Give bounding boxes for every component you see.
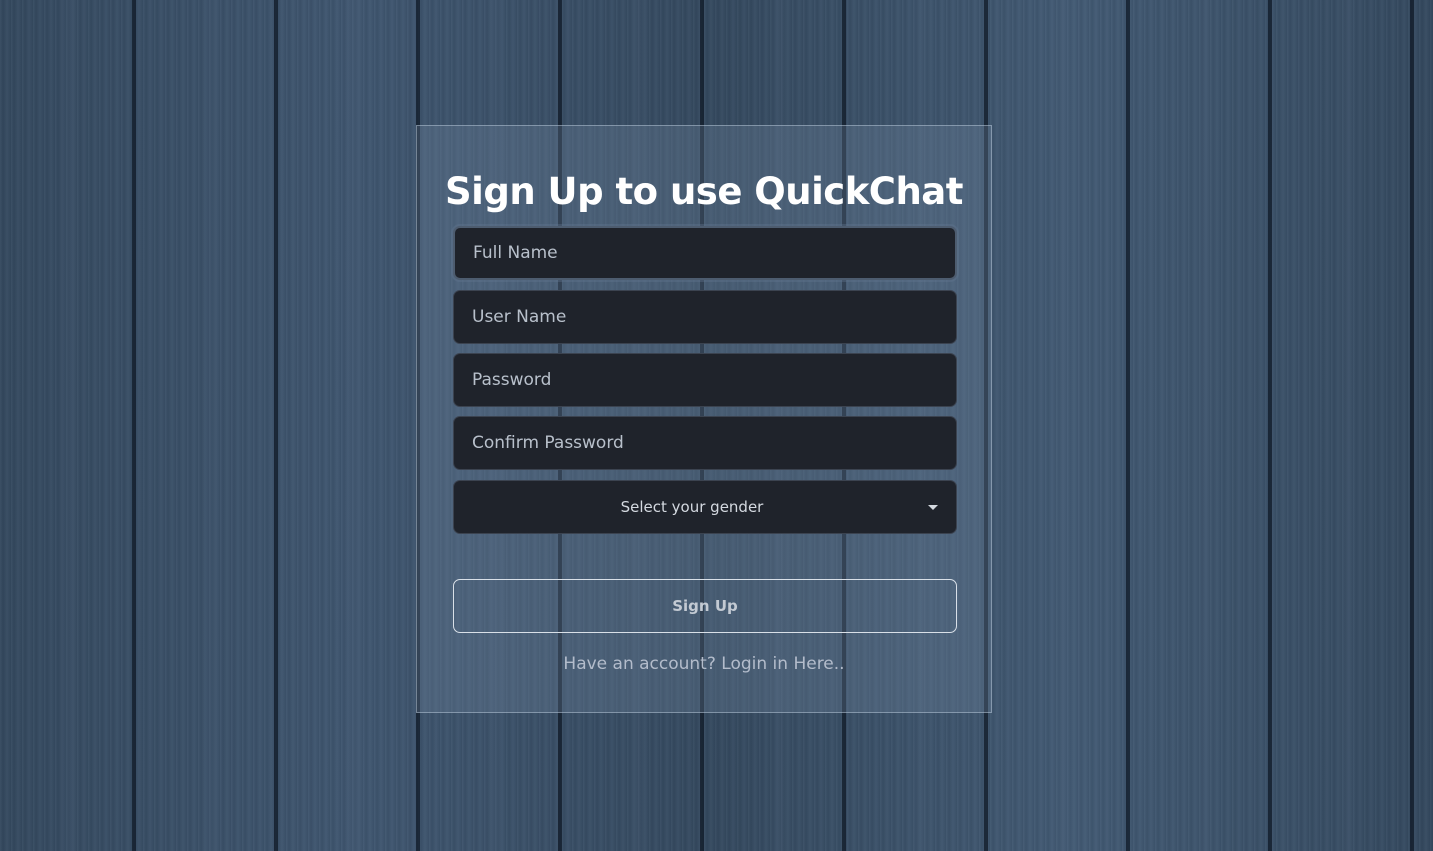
user-name-input[interactable] xyxy=(453,290,957,344)
confirm-password-input[interactable] xyxy=(453,416,957,470)
title-container: Sign Up to use QuickChat xyxy=(417,164,991,220)
gender-select-value: Select your gender xyxy=(620,498,764,516)
chevron-down-icon xyxy=(928,505,938,510)
full-name-input[interactable] xyxy=(453,226,957,280)
gender-select[interactable]: Select your gender xyxy=(453,480,957,534)
page-title: Sign Up to use QuickChat xyxy=(445,170,963,213)
signup-card: Sign Up to use QuickChat Select your gen… xyxy=(416,125,992,713)
sign-up-button[interactable]: Sign Up xyxy=(453,579,957,633)
login-link[interactable]: Have an account? Login in Here.. xyxy=(417,654,991,674)
password-input[interactable] xyxy=(453,353,957,407)
